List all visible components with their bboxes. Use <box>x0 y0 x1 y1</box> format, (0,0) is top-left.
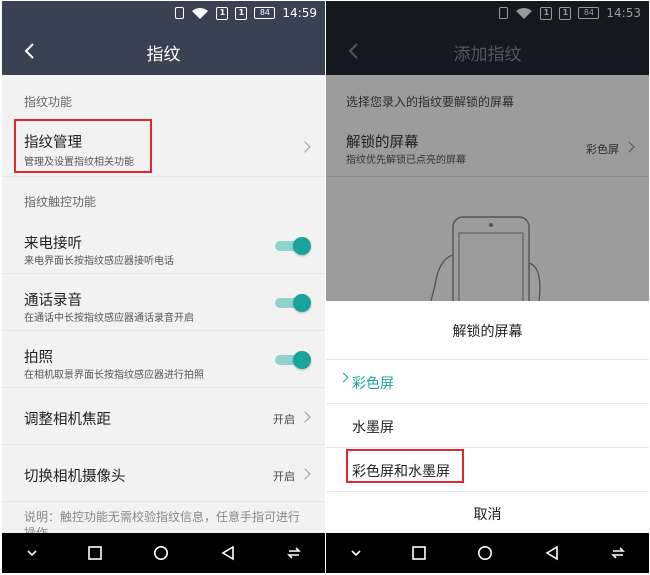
phone-screen-add-fingerprint: 1 1 84 14:53 添加指纹 选择您录入的指纹要解锁的屏幕 解锁的屏幕 指… <box>326 1 649 573</box>
camera-focus-row[interactable]: 调整相机焦距 开启 <box>2 388 325 445</box>
nav-recents-icon[interactable] <box>87 545 103 561</box>
nav-down-icon[interactable] <box>348 545 364 561</box>
clock: 14:59 <box>282 6 317 20</box>
toggle-row[interactable]: 拍照 在相机取景界面长按指纹感应器进行拍照 <box>2 331 325 388</box>
battery-icon: 84 <box>254 7 276 19</box>
phone-hand-illustration <box>430 216 541 301</box>
chevron-right-icon <box>623 141 635 153</box>
option-label: 彩色屏 <box>352 376 394 392</box>
bottom-sheet: 解锁的屏幕 彩色屏 水墨屏 彩色屏和水墨屏 取消 <box>326 301 649 533</box>
row-subtitle: 在通话中长按指纹感应器通话录音开启 <box>24 313 194 324</box>
row-subtitle: 在相机取景界面长按指纹感应器进行拍照 <box>24 370 204 381</box>
dim-overlay <box>326 1 649 75</box>
highlight-box <box>14 119 152 173</box>
row-subtitle: 来电界面长按指纹感应器接听电话 <box>24 256 174 267</box>
phone-screen-fingerprint: 1 1 84 14:59 指纹 指纹功能 指纹管理 管理及设置指纹相关功能 指纹… <box>2 1 325 573</box>
row-title: 来电接听 <box>24 236 82 252</box>
cancel-label: 取消 <box>473 507 502 523</box>
nav-back-icon[interactable] <box>544 545 560 561</box>
app-header: 1 1 84 14:59 指纹 <box>2 1 325 75</box>
switch-camera-row[interactable]: 切换相机摄像头 开启 <box>2 445 325 502</box>
option-ink-screen[interactable]: 水墨屏 <box>326 403 649 447</box>
note-text: 说明：触控功能无需校验指纹信息，任意手指可进行操作 <box>24 510 301 533</box>
toggle-row[interactable]: 通话录音 在通话中长按指纹感应器通话录音开启 <box>2 274 325 331</box>
lock-icon <box>175 7 185 19</box>
chevron-right-icon <box>299 141 311 153</box>
toggle-row[interactable]: 来电接听 来电界面长按指纹感应器接听电话 <box>2 217 325 274</box>
toggle-switch[interactable] <box>275 237 311 255</box>
wifi-icon <box>192 7 209 19</box>
selected-chevron-icon <box>338 372 349 383</box>
row-title: 拍照 <box>24 350 53 366</box>
title-bar: 指纹 <box>2 27 325 75</box>
row-subtitle: 指纹优先解锁已点亮的屏幕 <box>346 155 466 166</box>
dimmed-background: 选择您录入的指纹要解锁的屏幕 解锁的屏幕 指纹优先解锁已点亮的屏幕 彩色屏 <box>326 75 649 301</box>
status-text: 开启 <box>273 413 295 426</box>
highlight-box <box>346 449 464 483</box>
sheet-title: 解锁的屏幕 <box>452 324 523 340</box>
nav-back-icon[interactable] <box>220 545 236 561</box>
status-text: 开启 <box>273 470 295 483</box>
page-title: 指纹 <box>146 45 181 65</box>
status-text: 彩色屏 <box>586 143 619 156</box>
row-title: 解锁的屏幕 <box>346 135 419 151</box>
nav-bar <box>326 533 649 573</box>
nav-switch-icon[interactable] <box>286 545 302 561</box>
section-header: 指纹触控功能 <box>24 195 97 209</box>
toggle-switch[interactable] <box>275 294 311 312</box>
sim-icon: 1 <box>235 6 248 20</box>
prompt-text: 选择您录入的指纹要解锁的屏幕 <box>346 95 515 109</box>
cancel-button[interactable]: 取消 <box>326 491 649 533</box>
toggle-switch[interactable] <box>275 351 311 369</box>
nav-recents-icon[interactable] <box>411 545 427 561</box>
status-bar: 1 1 84 14:59 <box>2 1 325 27</box>
option-label: 水墨屏 <box>352 420 394 436</box>
unlock-screen-row[interactable]: 解锁的屏幕 指纹优先解锁已点亮的屏幕 彩色屏 <box>326 117 649 177</box>
sim-icon: 1 <box>216 6 229 20</box>
chevron-right-icon <box>299 411 311 423</box>
nav-switch-icon[interactable] <box>610 545 626 561</box>
nav-home-icon[interactable] <box>477 545 493 561</box>
option-color-screen[interactable]: 彩色屏 <box>326 359 649 403</box>
row-title: 调整相机焦距 <box>24 412 111 428</box>
nav-home-icon[interactable] <box>153 545 169 561</box>
row-title: 切换相机摄像头 <box>24 469 126 485</box>
nav-bar <box>2 533 325 573</box>
nav-down-icon[interactable] <box>24 545 40 561</box>
row-title: 通话录音 <box>24 293 82 309</box>
chevron-right-icon <box>299 468 311 480</box>
settings-list: 指纹功能 指纹管理 管理及设置指纹相关功能 指纹触控功能 来电接听 来电界面长按… <box>2 75 325 533</box>
section-header: 指纹功能 <box>24 95 73 109</box>
